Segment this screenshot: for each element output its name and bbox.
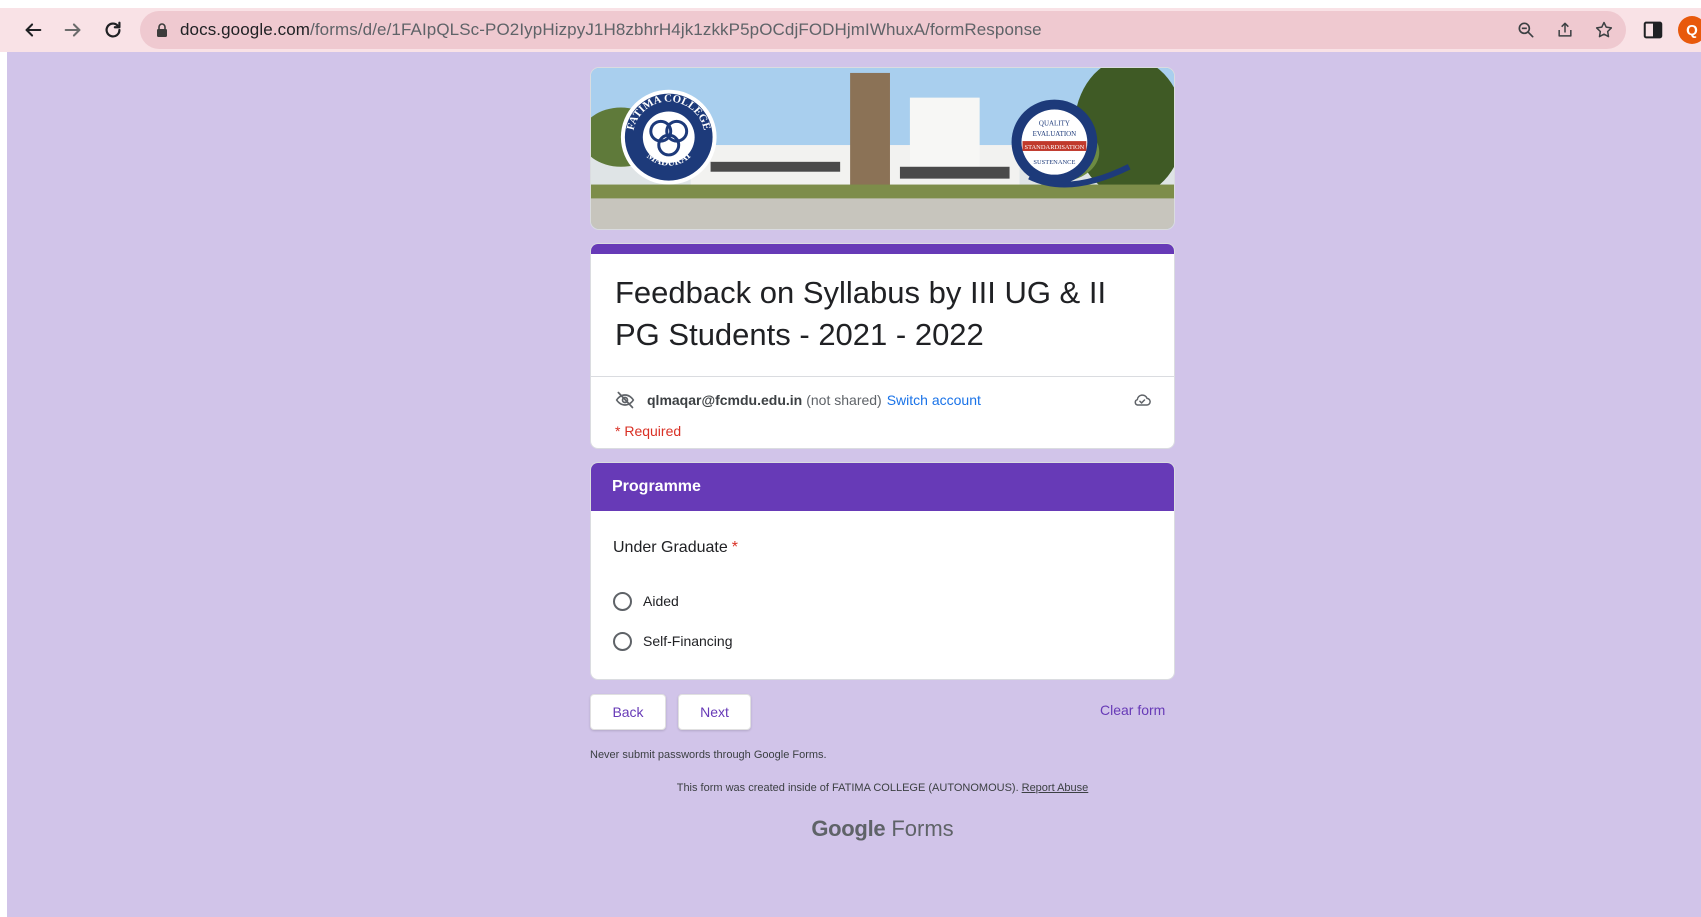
programme-section-card: Programme Under Graduate * Aided Self-Fin… xyxy=(590,462,1175,680)
option-label-self-financing: Self-Financing xyxy=(643,633,733,649)
share-icon[interactable] xyxy=(1548,14,1581,47)
url-text: docs.google.com/forms/d/e/1FAIpQLSc-PO2I… xyxy=(180,20,1042,40)
form-header-image: FATIMA COLLEGE MADURAI QUALITY EVALUATIO… xyxy=(590,67,1175,230)
form-title-card: Feedback on Syllabus by III UG & II PG S… xyxy=(590,243,1175,449)
logo-forms-text: Forms xyxy=(891,816,954,841)
required-note: * Required xyxy=(615,423,682,439)
radio-self-financing[interactable] xyxy=(613,631,632,651)
password-warning: Never submit passwords through Google Fo… xyxy=(590,749,827,761)
google-forms-logo[interactable]: Google Forms xyxy=(590,816,1175,842)
account-email: qlmaqar@fcmdu.edu.in xyxy=(647,392,803,408)
not-shared-eye-icon xyxy=(615,391,635,409)
lock-icon xyxy=(157,23,167,37)
seal-line-2: EVALUATION xyxy=(1033,130,1077,138)
created-inside-text: This form was created inside of FATIMA C… xyxy=(676,782,1019,794)
option-aided[interactable]: Aided xyxy=(591,581,1174,621)
switch-account-link[interactable]: Switch account xyxy=(887,392,981,408)
next-button[interactable]: Next xyxy=(678,694,751,730)
window-top-strip xyxy=(0,0,1701,8)
option-self-financing[interactable]: Self-Financing xyxy=(591,621,1174,661)
bookmark-star-icon[interactable] xyxy=(1587,14,1620,47)
question-title: Under Graduate * xyxy=(591,511,1174,581)
account-row: qlmaqar@fcmdu.edu.in (not shared) Switch… xyxy=(591,377,1174,423)
logo-google-text: Google xyxy=(811,816,886,841)
college-logo: FATIMA COLLEGE MADURAI xyxy=(620,89,717,185)
report-abuse-link[interactable]: Report Abuse xyxy=(1022,782,1089,794)
option-label-aided: Aided xyxy=(643,593,679,609)
address-bar[interactable]: docs.google.com/forms/d/e/1FAIpQLSc-PO2I… xyxy=(140,11,1626,49)
seal-line-3: STANDARDISATION xyxy=(1024,144,1084,151)
url-path: /forms/d/e/1FAIpQLSc-PO2IypHizpyJ1H8zbhr… xyxy=(310,20,1042,39)
url-host: docs.google.com xyxy=(180,20,311,39)
not-shared-label: (not shared) xyxy=(806,392,882,408)
title-accent-bar xyxy=(591,244,1174,254)
seal-line-4: SUSTENANCE xyxy=(1033,159,1075,166)
radio-aided[interactable] xyxy=(613,591,632,611)
profile-avatar[interactable]: Q xyxy=(1678,16,1701,44)
reload-icon[interactable] xyxy=(93,10,133,50)
side-panel-icon[interactable] xyxy=(1640,17,1666,43)
forward-arrow-icon[interactable] xyxy=(53,10,93,50)
question-label: Under Graduate xyxy=(613,539,728,556)
back-button[interactable]: Back xyxy=(590,694,666,730)
form-title: Feedback on Syllabus by III UG & II PG S… xyxy=(615,275,1107,352)
browser-toolbar: docs.google.com/forms/d/e/1FAIpQLSc-PO2I… xyxy=(0,8,1701,52)
required-star: * xyxy=(731,539,738,556)
zoom-icon[interactable] xyxy=(1509,14,1542,47)
created-inside-note: This form was created inside of FATIMA C… xyxy=(590,782,1175,794)
back-arrow-icon[interactable] xyxy=(13,10,53,50)
clear-form-button[interactable]: Clear form xyxy=(1100,702,1165,718)
seal-line-1: QUALITY xyxy=(1039,119,1070,127)
section-title: Programme xyxy=(591,463,1174,511)
cloud-save-icon xyxy=(1134,394,1151,406)
